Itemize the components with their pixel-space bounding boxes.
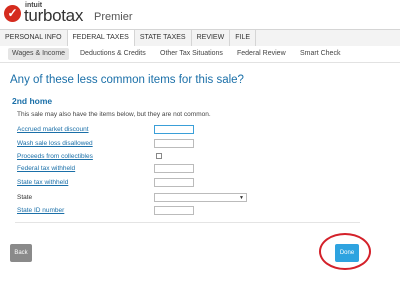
- proceeds-collectibles-label[interactable]: Proceeds from collectibles: [17, 153, 93, 160]
- section-title: 2nd home: [12, 96, 53, 106]
- form-divider: [15, 222, 360, 223]
- accrued-market-discount-input[interactable]: [154, 125, 194, 134]
- state-tax-withheld-input[interactable]: [154, 178, 194, 187]
- wash-sale-loss-label[interactable]: Wash sale loss disallowed: [17, 140, 93, 147]
- turbotax-check-icon: ✓: [4, 5, 21, 22]
- tab-review[interactable]: REVIEW: [192, 30, 231, 46]
- dropdown-arrow-icon: ▼: [239, 195, 244, 201]
- tab-personal-info[interactable]: PERSONAL INFO: [0, 30, 68, 46]
- subtab-wages-income[interactable]: Wages & Income: [8, 48, 70, 60]
- federal-tax-withheld-input[interactable]: [154, 164, 194, 173]
- accrued-market-discount-label[interactable]: Accrued market discount: [17, 126, 89, 133]
- subtab-deductions-credits[interactable]: Deductions & Credits: [80, 46, 146, 62]
- subtab-federal-review[interactable]: Federal Review: [237, 46, 286, 62]
- tab-federal-taxes[interactable]: FEDERAL TAXES: [67, 30, 135, 46]
- done-button[interactable]: Done: [335, 244, 359, 262]
- federal-tax-withheld-label[interactable]: Federal tax withheld: [17, 165, 75, 172]
- subtab-smart-check[interactable]: Smart Check: [300, 46, 340, 62]
- sub-nav: Wages & Income Deductions & Credits Othe…: [0, 46, 400, 63]
- state-id-number-input[interactable]: [154, 206, 194, 215]
- section-description: This sale may also have the items below,…: [17, 111, 211, 118]
- wash-sale-loss-input[interactable]: [154, 139, 194, 148]
- state-id-number-label[interactable]: State ID number: [17, 207, 64, 214]
- turbotax-wordmark: turbotax: [24, 6, 84, 25]
- subtab-other-tax-situations[interactable]: Other Tax Situations: [160, 46, 223, 62]
- app-header: ✓ intuit turbotax Premier: [0, 0, 400, 29]
- page-title: Any of these less common items for this …: [10, 74, 244, 86]
- state-select[interactable]: ▼: [154, 193, 247, 202]
- proceeds-collectibles-checkbox[interactable]: [156, 153, 162, 159]
- tab-file[interactable]: FILE: [230, 30, 257, 46]
- state-tax-withheld-label[interactable]: State tax withheld: [17, 179, 68, 186]
- back-button[interactable]: Back: [10, 244, 32, 262]
- top-nav: PERSONAL INFO FEDERAL TAXES STATE TAXES …: [0, 29, 400, 47]
- state-label: State: [17, 194, 33, 201]
- edition-label: Premier: [94, 11, 133, 23]
- tab-state-taxes[interactable]: STATE TAXES: [135, 30, 192, 46]
